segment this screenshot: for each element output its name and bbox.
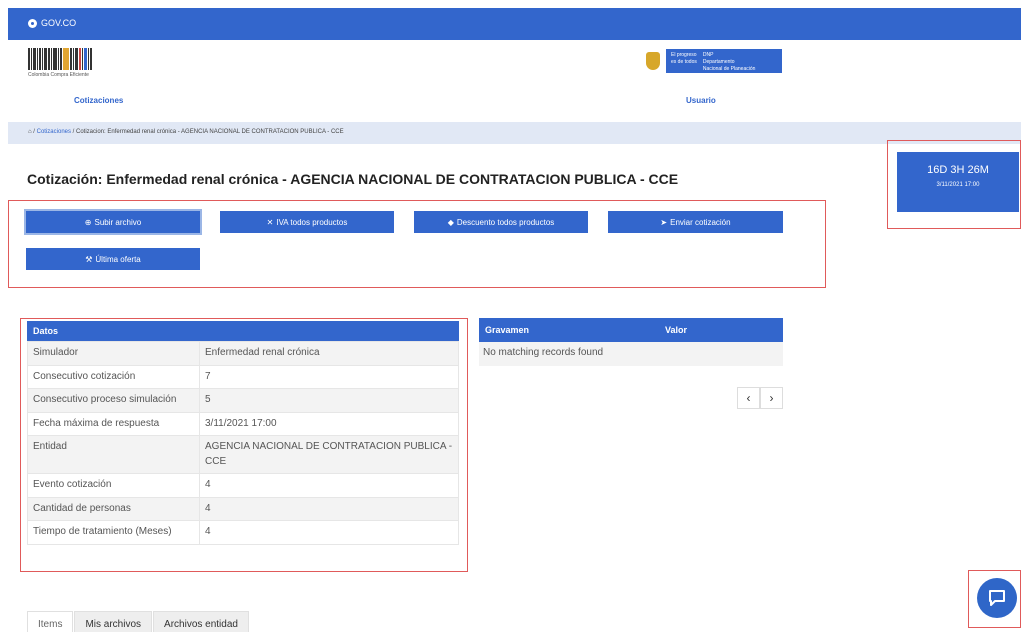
badge-line1: El progreso	[671, 52, 697, 58]
datos-value: 4	[199, 496, 459, 521]
tab-items[interactable]: Items	[27, 611, 74, 632]
barcode-icon	[28, 48, 118, 70]
next-page-button[interactable]: ›	[760, 387, 783, 409]
times-icon: ✕	[266, 217, 274, 227]
datos-table: Simulador Enfermedad renal crónica Consecu…	[27, 341, 459, 545]
datos-value: Enfermedad renal crónica	[199, 341, 459, 366]
countdown-timer: 16D 3H 26M 3/11/2021 17:00	[897, 152, 1019, 212]
datos-key: Tiempo de tratamiento (Meses)	[27, 520, 200, 545]
breadcrumb-link-cotizaciones[interactable]: Cotizaciones	[37, 129, 71, 135]
gov-logo-label: GOV.CO	[41, 18, 77, 28]
badge-line3: DNP	[702, 52, 714, 58]
nav-cotizaciones[interactable]: Cotizaciones	[74, 96, 123, 105]
datos-key: Entidad	[27, 435, 200, 474]
datos-value: 4	[199, 473, 459, 498]
datos-row: Tiempo de tratamiento (Meses) 4	[27, 520, 459, 545]
badge-line5: Nacional de Planeación	[702, 66, 756, 72]
pagination: ‹ ›	[737, 387, 783, 409]
badge-line4: Departamento	[702, 59, 735, 65]
upload-file-button[interactable]: ⊕ Subir archivo	[26, 211, 200, 233]
tab-archivos-entidad[interactable]: Archivos entidad	[153, 611, 249, 632]
tag-icon: ◆	[447, 217, 454, 227]
datos-value: 3/11/2021 17:00	[199, 411, 459, 436]
paper-plane-icon: ➤	[660, 217, 668, 227]
breadcrumb-current: / Cotizacion: Enfermedad renal crónica -…	[72, 129, 344, 135]
send-quote-button[interactable]: ➤ Enviar cotización	[608, 211, 783, 233]
tab-mis-archivos[interactable]: Mis archivos	[74, 611, 153, 632]
countdown-remaining: 16D 3H 26M	[927, 164, 989, 176]
brand-tagline: Colombia Compra Eficiente	[28, 72, 89, 78]
datos-row: Consecutivo cotización 7	[27, 364, 459, 389]
tab-bar: Items Mis archivos Archivos entidad	[27, 611, 250, 632]
datos-key: Consecutivo cotización	[27, 364, 200, 389]
countdown-deadline: 3/11/2021 17:00	[936, 182, 980, 188]
iva-all-products-button[interactable]: ✕ IVA todos productos	[220, 211, 394, 233]
datos-key: Consecutivo proceso simulación	[27, 388, 200, 413]
discount-all-products-button[interactable]: ◆ Descuento todos productos	[414, 211, 588, 233]
datos-value: 4	[199, 520, 459, 545]
badge-line2: es de todos	[671, 59, 697, 65]
datos-header: Datos	[27, 321, 459, 341]
coat-of-arms-icon	[646, 52, 660, 70]
chat-button[interactable]	[977, 578, 1017, 618]
datos-key: Evento cotización	[27, 473, 200, 498]
datos-row: Simulador Enfermedad renal crónica	[27, 341, 459, 366]
discount-label: Descuento todos productos	[456, 217, 555, 227]
datos-value: AGENCIA NACIONAL DE CONTRATACION PUBLICA…	[199, 435, 459, 474]
home-icon[interactable]: ⌂	[28, 129, 32, 135]
datos-row: Cantidad de personas 4	[27, 496, 459, 521]
datos-key: Cantidad de personas	[27, 496, 200, 521]
iva-label: IVA todos productos	[276, 217, 348, 227]
plus-circle-icon: ⊕	[84, 217, 92, 227]
gravamen-panel: Gravamen Valor No matching records found	[479, 318, 783, 366]
datos-value: 5	[199, 388, 459, 413]
page-title: Cotización: Enfermedad renal crónica - A…	[27, 171, 679, 187]
datos-key: Simulador	[27, 341, 200, 366]
breadcrumb-sep: /	[33, 129, 35, 135]
datos-key: Fecha máxima de respuesta	[27, 411, 200, 436]
brand-logo[interactable]: Colombia Compra Eficiente	[28, 48, 118, 80]
prev-page-button[interactable]: ‹	[737, 387, 760, 409]
gov-logo-icon	[28, 18, 37, 28]
datos-panel: Datos Simulador Enfermedad renal crónica C…	[27, 321, 459, 545]
gov-badge: El progreso es de todos DNP Departamento…	[646, 49, 782, 73]
breadcrumb: ⌂ / Cotizaciones / Cotizacion: Enfermeda…	[8, 122, 1021, 144]
datos-row: Entidad AGENCIA NACIONAL DE CONTRATACION …	[27, 435, 459, 474]
chat-bubble-icon	[989, 590, 1005, 606]
datos-row: Fecha máxima de respuesta 3/11/2021 17:00	[27, 411, 459, 436]
datos-row: Consecutivo proceso simulación 5	[27, 388, 459, 413]
last-offer-button[interactable]: ⚒ Última oferta	[26, 248, 200, 270]
gravamen-empty-message: No matching records found	[479, 342, 783, 366]
gravamen-header: Gravamen Valor	[479, 318, 783, 342]
gravamen-col-header[interactable]: Gravamen	[485, 325, 529, 335]
gov-bar: GOV.CO	[8, 8, 1021, 40]
send-quote-label: Enviar cotización	[670, 217, 731, 227]
gov-logo[interactable]: GOV.CO	[28, 18, 76, 28]
nav-usuario[interactable]: Usuario	[686, 96, 716, 105]
valor-col-header[interactable]: Valor	[665, 325, 687, 335]
upload-file-label: Subir archivo	[94, 217, 142, 227]
datos-row: Evento cotización 4	[27, 473, 459, 498]
last-offer-label: Última oferta	[95, 254, 141, 264]
datos-value: 7	[199, 364, 459, 389]
gov-badge-text: El progreso es de todos DNP Departamento…	[666, 49, 782, 73]
gavel-icon: ⚒	[85, 254, 93, 264]
